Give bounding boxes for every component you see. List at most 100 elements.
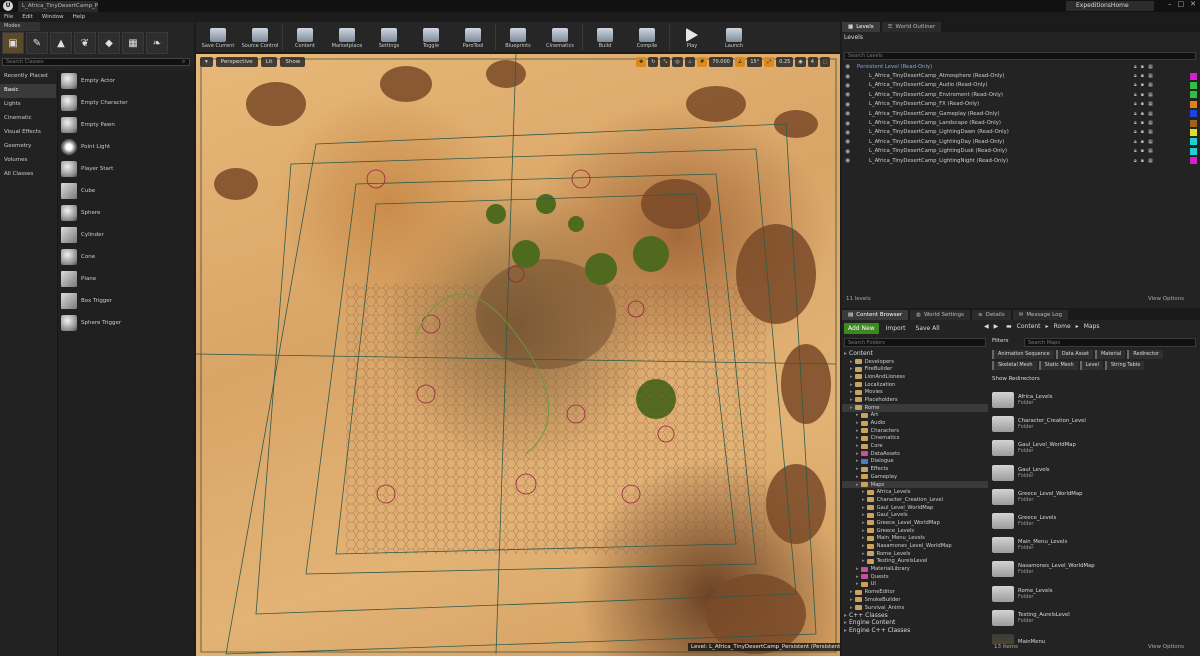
expand-arrow-icon[interactable]: ▸ [862,558,865,564]
tab-message-log[interactable]: ✉ Message Log [1012,310,1068,320]
filter-chip[interactable]: Skeletal Mesh [992,361,1037,370]
lock-icon[interactable]: 🔒︎ [1134,111,1137,117]
settings-button[interactable]: Settings [369,23,409,51]
folder-tree-item[interactable]: ▸ LionAndLioness [842,373,988,381]
filter-chip[interactable]: String Table [1104,361,1145,370]
cinematics-button[interactable]: Cinematics [540,23,580,51]
angle-snap-icon[interactable]: ∠ [734,57,746,67]
lock-icon[interactable]: 🔒︎ [1134,101,1137,107]
expand-arrow-icon[interactable]: ▸ [862,535,865,541]
category-volumes[interactable]: Volumes [0,154,56,168]
blueprint-icon[interactable]: ▦ [1148,111,1153,117]
tab-world-outliner[interactable]: ☰ World Outliner [881,22,942,32]
save-icon[interactable]: ▪ [1141,92,1144,98]
folder-tree-item[interactable]: ▸ Art [842,412,988,420]
folder-tree-item[interactable]: ▸ Audio [842,419,988,427]
expand-arrow-icon[interactable]: ▸ [844,612,847,619]
import-button[interactable]: Import [883,323,909,334]
asset-item[interactable]: Character_Creation_Level Folder [992,412,1198,436]
level-color-swatch[interactable] [1190,147,1197,155]
folder-tree-item[interactable]: ▸ Engine Content [842,619,988,627]
blueprint-icon[interactable]: ▦ [1148,120,1153,126]
lock-icon[interactable]: 🔒︎ [1134,129,1137,135]
list-item[interactable]: Empty Character [58,92,194,114]
expand-arrow-icon[interactable]: ▸ [862,505,865,511]
lock-icon[interactable]: 🔒︎ [1134,64,1137,70]
expand-arrow-icon[interactable]: ▸ [856,412,859,418]
folder-tree-item[interactable]: ▸ C++ Classes [842,611,988,619]
folder-tree-item[interactable]: ▸ Core [842,442,988,450]
tab-world-settings[interactable]: ◍ World Settings [910,310,971,320]
marketplace-button[interactable]: Marketplace [327,23,367,51]
save-icon[interactable]: ▪ [1141,82,1144,88]
level-row[interactable]: ◉ L_Africa_TinyDesertCamp_Gameplay (Read-… [842,109,1200,118]
level-color-swatch[interactable] [1190,81,1197,89]
level-row[interactable]: ◉ L_Africa_TinyDesertCamp_LightingNight (… [842,156,1200,165]
asset-item[interactable]: Gaul_Level_WorldMap Folder [992,436,1198,460]
level-color-swatch[interactable] [1190,157,1197,165]
save-all-button[interactable]: Save All [913,323,943,334]
filter-chip[interactable]: Material [1094,350,1126,359]
search-maps-input[interactable]: Search Maps [1024,338,1196,347]
category-lights[interactable]: Lights [0,98,56,112]
perspective-button[interactable]: Perspective [215,57,258,67]
tab-details[interactable]: ≡ Details [972,310,1011,320]
list-item[interactable]: Cone [58,246,194,268]
show-redirectors-checkbox[interactable]: Show Redirectors [992,376,1040,382]
blueprint-icon[interactable]: ▦ [1148,92,1153,98]
lock-icon[interactable]: 🔒︎ [1134,139,1137,145]
visibility-eye-icon[interactable]: ◉ [845,91,853,98]
folder-tree-item[interactable]: ▸ Rome [842,403,988,412]
filter-chip[interactable]: Static Mesh [1038,361,1078,370]
level-color-swatch[interactable] [1190,91,1197,99]
levels-view-options-button[interactable]: View Options [1148,296,1184,302]
forward-arrow-icon[interactable]: ▶ [994,323,999,330]
blueprint-icon[interactable]: ▦ [1148,148,1153,154]
content-button[interactable]: Content [285,23,325,51]
folder-tree-item[interactable]: ▸ Maps [842,480,988,489]
folder-tree-item[interactable]: ▸ Rome_Levels [842,550,988,558]
folder-tree-item[interactable]: ▸ Greece_Level_WorldMap [842,519,988,527]
landscape-mode-icon[interactable]: ▲ [50,32,72,54]
asset-item[interactable]: Africa_Levels Folder [992,388,1198,412]
expand-arrow-icon[interactable]: ▸ [856,574,859,580]
expand-arrow-icon[interactable]: ▸ [856,435,859,441]
expand-arrow-icon[interactable]: ▸ [856,566,859,572]
paint-mode-icon[interactable]: ✎ [26,32,48,54]
expand-arrow-icon[interactable]: ▸ [850,359,853,365]
visibility-eye-icon[interactable]: ◉ [845,157,853,164]
search-folders-input[interactable]: Search Folders [844,338,986,347]
folder-tree-item[interactable]: ▸ Placeholders [842,396,988,404]
folder-tree-item[interactable]: ▸ Testing_AurelsLevel [842,558,988,566]
expand-arrow-icon[interactable]: ▸ [844,619,847,626]
category-geometry[interactable]: Geometry [0,140,56,154]
save-current-button[interactable]: Save Current [198,23,238,51]
level-color-swatch[interactable] [1190,128,1197,136]
expand-arrow-icon[interactable]: ▸ [850,382,853,388]
category-all-classes[interactable]: All Classes [0,168,56,182]
expand-arrow-icon[interactable]: ▸ [856,443,859,449]
asset-item[interactable]: MainMenu [992,630,1198,644]
mesh-paint-mode-icon[interactable]: ▦ [122,32,144,54]
search-levels-input[interactable]: Search Levels [844,52,1196,60]
blueprint-icon[interactable]: ▦ [1148,101,1153,107]
level-row[interactable]: ◉ L_Africa_TinyDesertCamp_LightingDawn (R… [842,128,1200,137]
lock-icon[interactable]: 🔒︎ [1134,92,1137,98]
list-item[interactable]: Box Trigger [58,290,194,312]
asset-item[interactable]: Gaul_Levels Folder [992,461,1198,485]
menu-edit[interactable]: Edit [22,12,33,22]
angle-snap-value[interactable]: 15° [747,57,763,67]
expand-arrow-icon[interactable]: ▸ [850,405,853,411]
level-row[interactable]: ◉ Persistent Level (Read-Only) 🔒︎ ▪ ▦ [842,62,1200,71]
expand-arrow-icon[interactable]: ▸ [856,428,859,434]
filters-button[interactable]: Filters [992,338,1009,344]
lock-icon[interactable]: 🔒︎ [1134,73,1137,79]
levels-dropdown[interactable]: Levels [844,34,863,44]
surface-snap-icon[interactable]: ⊥ [684,57,696,67]
expand-arrow-icon[interactable]: ▸ [856,420,859,426]
expand-arrow-icon[interactable]: ▸ [856,581,859,587]
blueprint-icon[interactable]: ▦ [1148,139,1153,145]
lock-icon[interactable]: 🔒︎ [1134,120,1137,126]
filter-chip[interactable]: Redirector [1127,350,1164,359]
place-mode-icon[interactable]: ▣ [2,32,24,54]
